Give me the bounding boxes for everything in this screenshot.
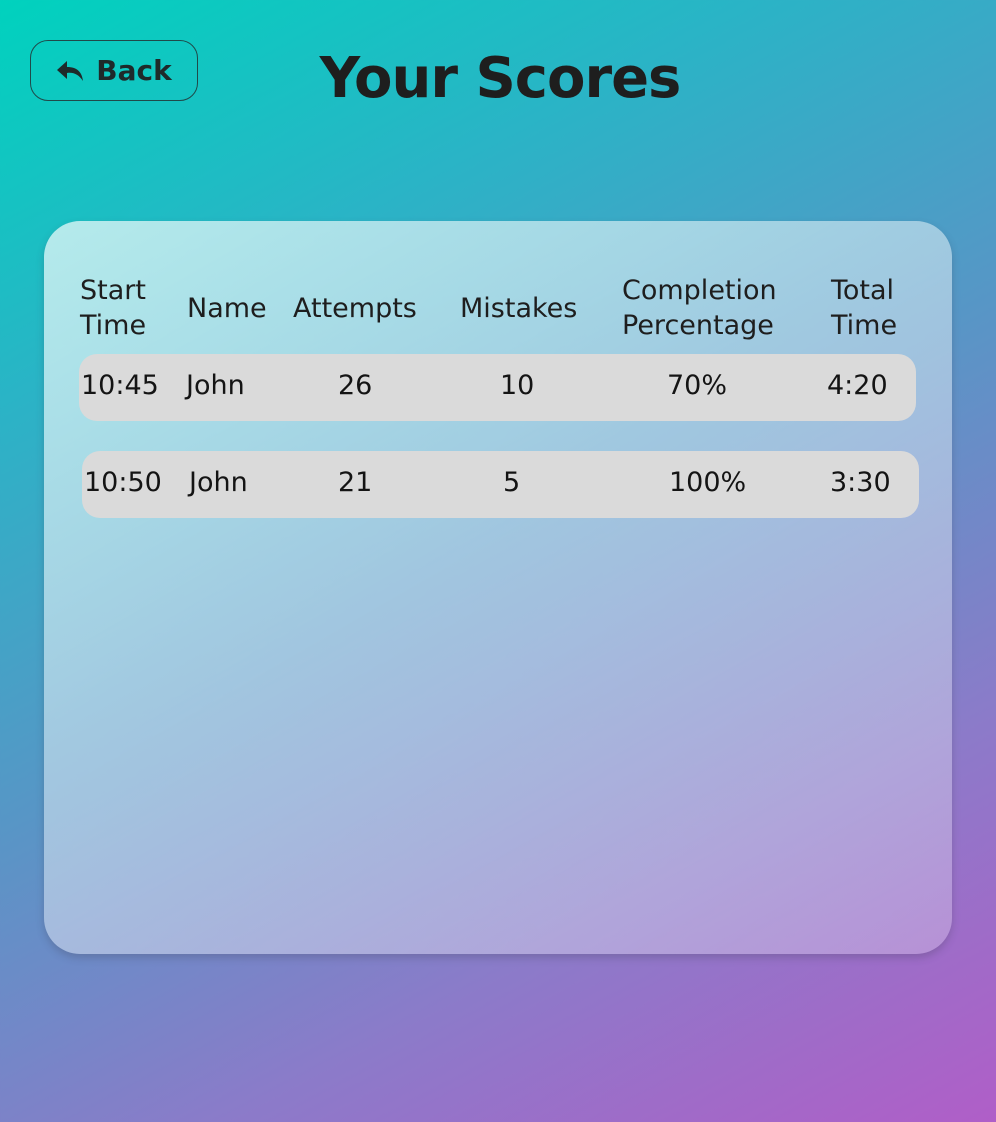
header-start-time-line2: Time <box>80 310 147 341</box>
cell-start-time: 10:45 <box>81 370 159 401</box>
cell-name: John <box>189 467 248 498</box>
header-mistakes: Mistakes <box>460 291 577 326</box>
header-total-time: Total Time <box>831 273 897 343</box>
cell-completion: 100% <box>669 467 747 498</box>
header-start-time: Start Time <box>80 273 146 343</box>
cell-name: John <box>186 370 245 401</box>
page-title: Your Scores <box>319 46 682 111</box>
cell-total-time: 3:30 <box>830 467 891 498</box>
header-name-line1: Name <box>187 293 267 324</box>
header-start-time-line1: Start <box>80 275 146 306</box>
cell-mistakes: 5 <box>503 467 521 498</box>
cell-total-time: 4:20 <box>827 370 888 401</box>
cell-mistakes: 10 <box>500 370 535 401</box>
cell-start-time: 10:50 <box>84 467 162 498</box>
cell-attempts: 26 <box>338 370 373 401</box>
header-attempts: Attempts <box>293 291 417 326</box>
header-name: Name <box>187 291 267 326</box>
score-row: 10:45 John 26 10 70% 4:20 <box>79 354 916 421</box>
header-total-time-line1: Total <box>831 275 895 306</box>
header-completion-percentage: Completion Percentage <box>622 273 777 343</box>
score-row: 10:50 John 21 5 100% 3:30 <box>82 451 919 518</box>
header-total-time-line2: Time <box>831 310 898 341</box>
scores-table-panel: Start Time Name Attempts Mistakes Comple… <box>44 221 952 954</box>
header-completion-line1: Completion <box>622 275 777 306</box>
header-completion-line2: Percentage <box>622 310 774 341</box>
header-attempts-line1: Attempts <box>293 293 417 324</box>
header-mistakes-line1: Mistakes <box>460 293 578 324</box>
cell-completion: 70% <box>667 370 728 401</box>
cell-attempts: 21 <box>338 467 373 498</box>
